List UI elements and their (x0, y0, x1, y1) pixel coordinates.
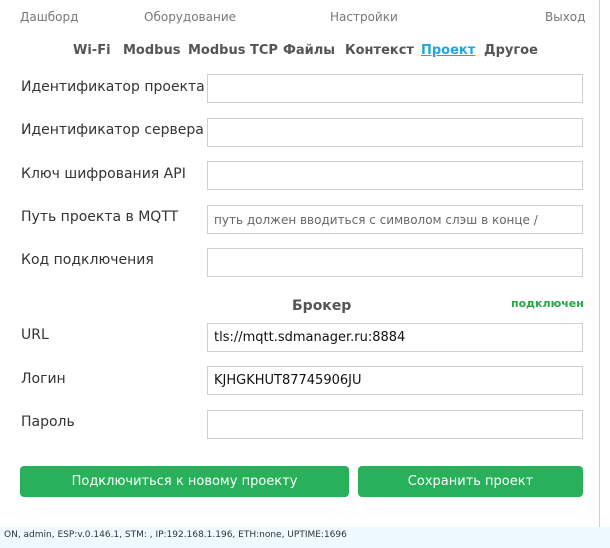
tab-files[interactable]: Файлы (283, 43, 335, 58)
tab-wifi[interactable]: Wi-Fi (73, 43, 111, 58)
tab-project[interactable]: Проект (421, 43, 475, 58)
save-project-button[interactable]: Сохранить проект (358, 466, 583, 497)
broker-section-title: Брокер (292, 298, 352, 314)
connect-new-project-button[interactable]: Подключиться к новому проекту (20, 466, 349, 497)
top-nav: Дашборд Оборудование Настройки Выход (0, 10, 600, 28)
mqtt-path-input[interactable] (207, 205, 583, 234)
api-key-label: Ключ шифрования API (21, 166, 186, 182)
tab-other[interactable]: Другое (484, 43, 538, 58)
api-key-input[interactable] (207, 161, 583, 190)
broker-url-label: URL (21, 327, 49, 343)
broker-password-input[interactable] (207, 410, 583, 439)
broker-url-input[interactable] (207, 323, 583, 352)
broker-status-badge: подключен (511, 297, 584, 310)
project-id-input[interactable] (207, 74, 583, 103)
tab-modbus-tcp[interactable]: Modbus TCP (188, 43, 278, 58)
server-id-input[interactable] (207, 118, 583, 147)
tab-context[interactable]: Контекст (345, 43, 414, 58)
project-id-label: Идентификатор проекта (21, 79, 205, 95)
nav-equipment[interactable]: Оборудование (144, 10, 236, 24)
broker-login-label: Логин (21, 371, 66, 387)
nav-logout[interactable]: Выход (545, 10, 585, 24)
nav-settings[interactable]: Настройки (330, 10, 398, 24)
broker-password-label: Пароль (21, 414, 75, 430)
broker-login-input[interactable] (207, 366, 583, 395)
status-bar: ON, admin, ESP:v.0.146.1, STM: , IP:192.… (0, 527, 610, 548)
connection-code-input[interactable] (207, 248, 583, 277)
mqtt-path-label: Путь проекта в MQTT (21, 209, 179, 225)
status-bar-text: ON, admin, ESP:v.0.146.1, STM: , IP:192.… (4, 530, 347, 540)
nav-dashboard[interactable]: Дашборд (20, 10, 78, 24)
connection-code-label: Код подключения (21, 252, 154, 268)
settings-panel: Дашборд Оборудование Настройки Выход Wi-… (0, 0, 600, 527)
settings-tabs: Wi-Fi Modbus Modbus TCP Файлы Контекст П… (0, 43, 600, 61)
server-id-label: Идентификатор сервера (21, 122, 204, 138)
tab-modbus[interactable]: Modbus (123, 43, 180, 58)
